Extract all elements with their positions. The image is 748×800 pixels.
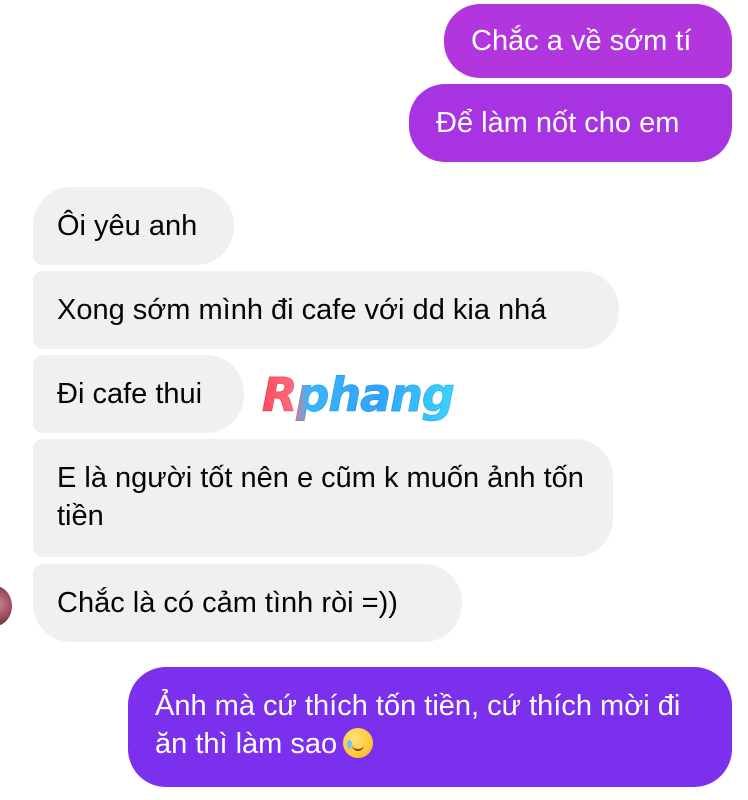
message-text: Xong sớm mình đi cafe với dd kia nhá <box>57 294 547 326</box>
crying-smile-emoji-icon <box>343 728 374 758</box>
watermark-logo: Rphang <box>262 367 456 423</box>
message-text-content: Ảnh mà cứ thích tốn tiền, cứ thích mời đ… <box>155 690 681 760</box>
message-bubble-sent[interactable]: Để làm nốt cho em <box>409 84 732 162</box>
message-text: Để làm nốt cho em <box>436 107 680 139</box>
message-text: Chắc là có cảm tình ròi =)) <box>57 587 398 619</box>
contact-avatar[interactable] <box>0 586 12 626</box>
message-bubble-received[interactable]: Chắc là có cảm tình ròi =)) <box>33 564 462 642</box>
message-text: Ảnh mà cứ thích tốn tiền, cứ thích mời đ… <box>155 687 705 763</box>
message-text: Chắc a về sớm tí <box>471 25 692 57</box>
message-bubble-sent[interactable]: Chắc a về sớm tí <box>444 4 732 78</box>
message-bubble-received[interactable]: Ôi yêu anh <box>33 187 234 265</box>
watermark-text: Rphang <box>262 368 456 423</box>
message-text: E là người tốt nên e cũm k muốn ảnh tốn … <box>57 462 584 532</box>
message-text: Đi cafe thui <box>57 378 203 410</box>
message-bubble-sent[interactable]: Ảnh mà cứ thích tốn tiền, cứ thích mời đ… <box>128 667 732 787</box>
message-bubble-received[interactable]: E là người tốt nên e cũm k muốn ảnh tốn … <box>33 439 613 557</box>
message-bubble-received[interactable]: Xong sớm mình đi cafe với dd kia nhá <box>33 271 619 349</box>
message-bubble-received[interactable]: Đi cafe thui <box>33 355 244 433</box>
message-text: Ôi yêu anh <box>57 210 198 242</box>
